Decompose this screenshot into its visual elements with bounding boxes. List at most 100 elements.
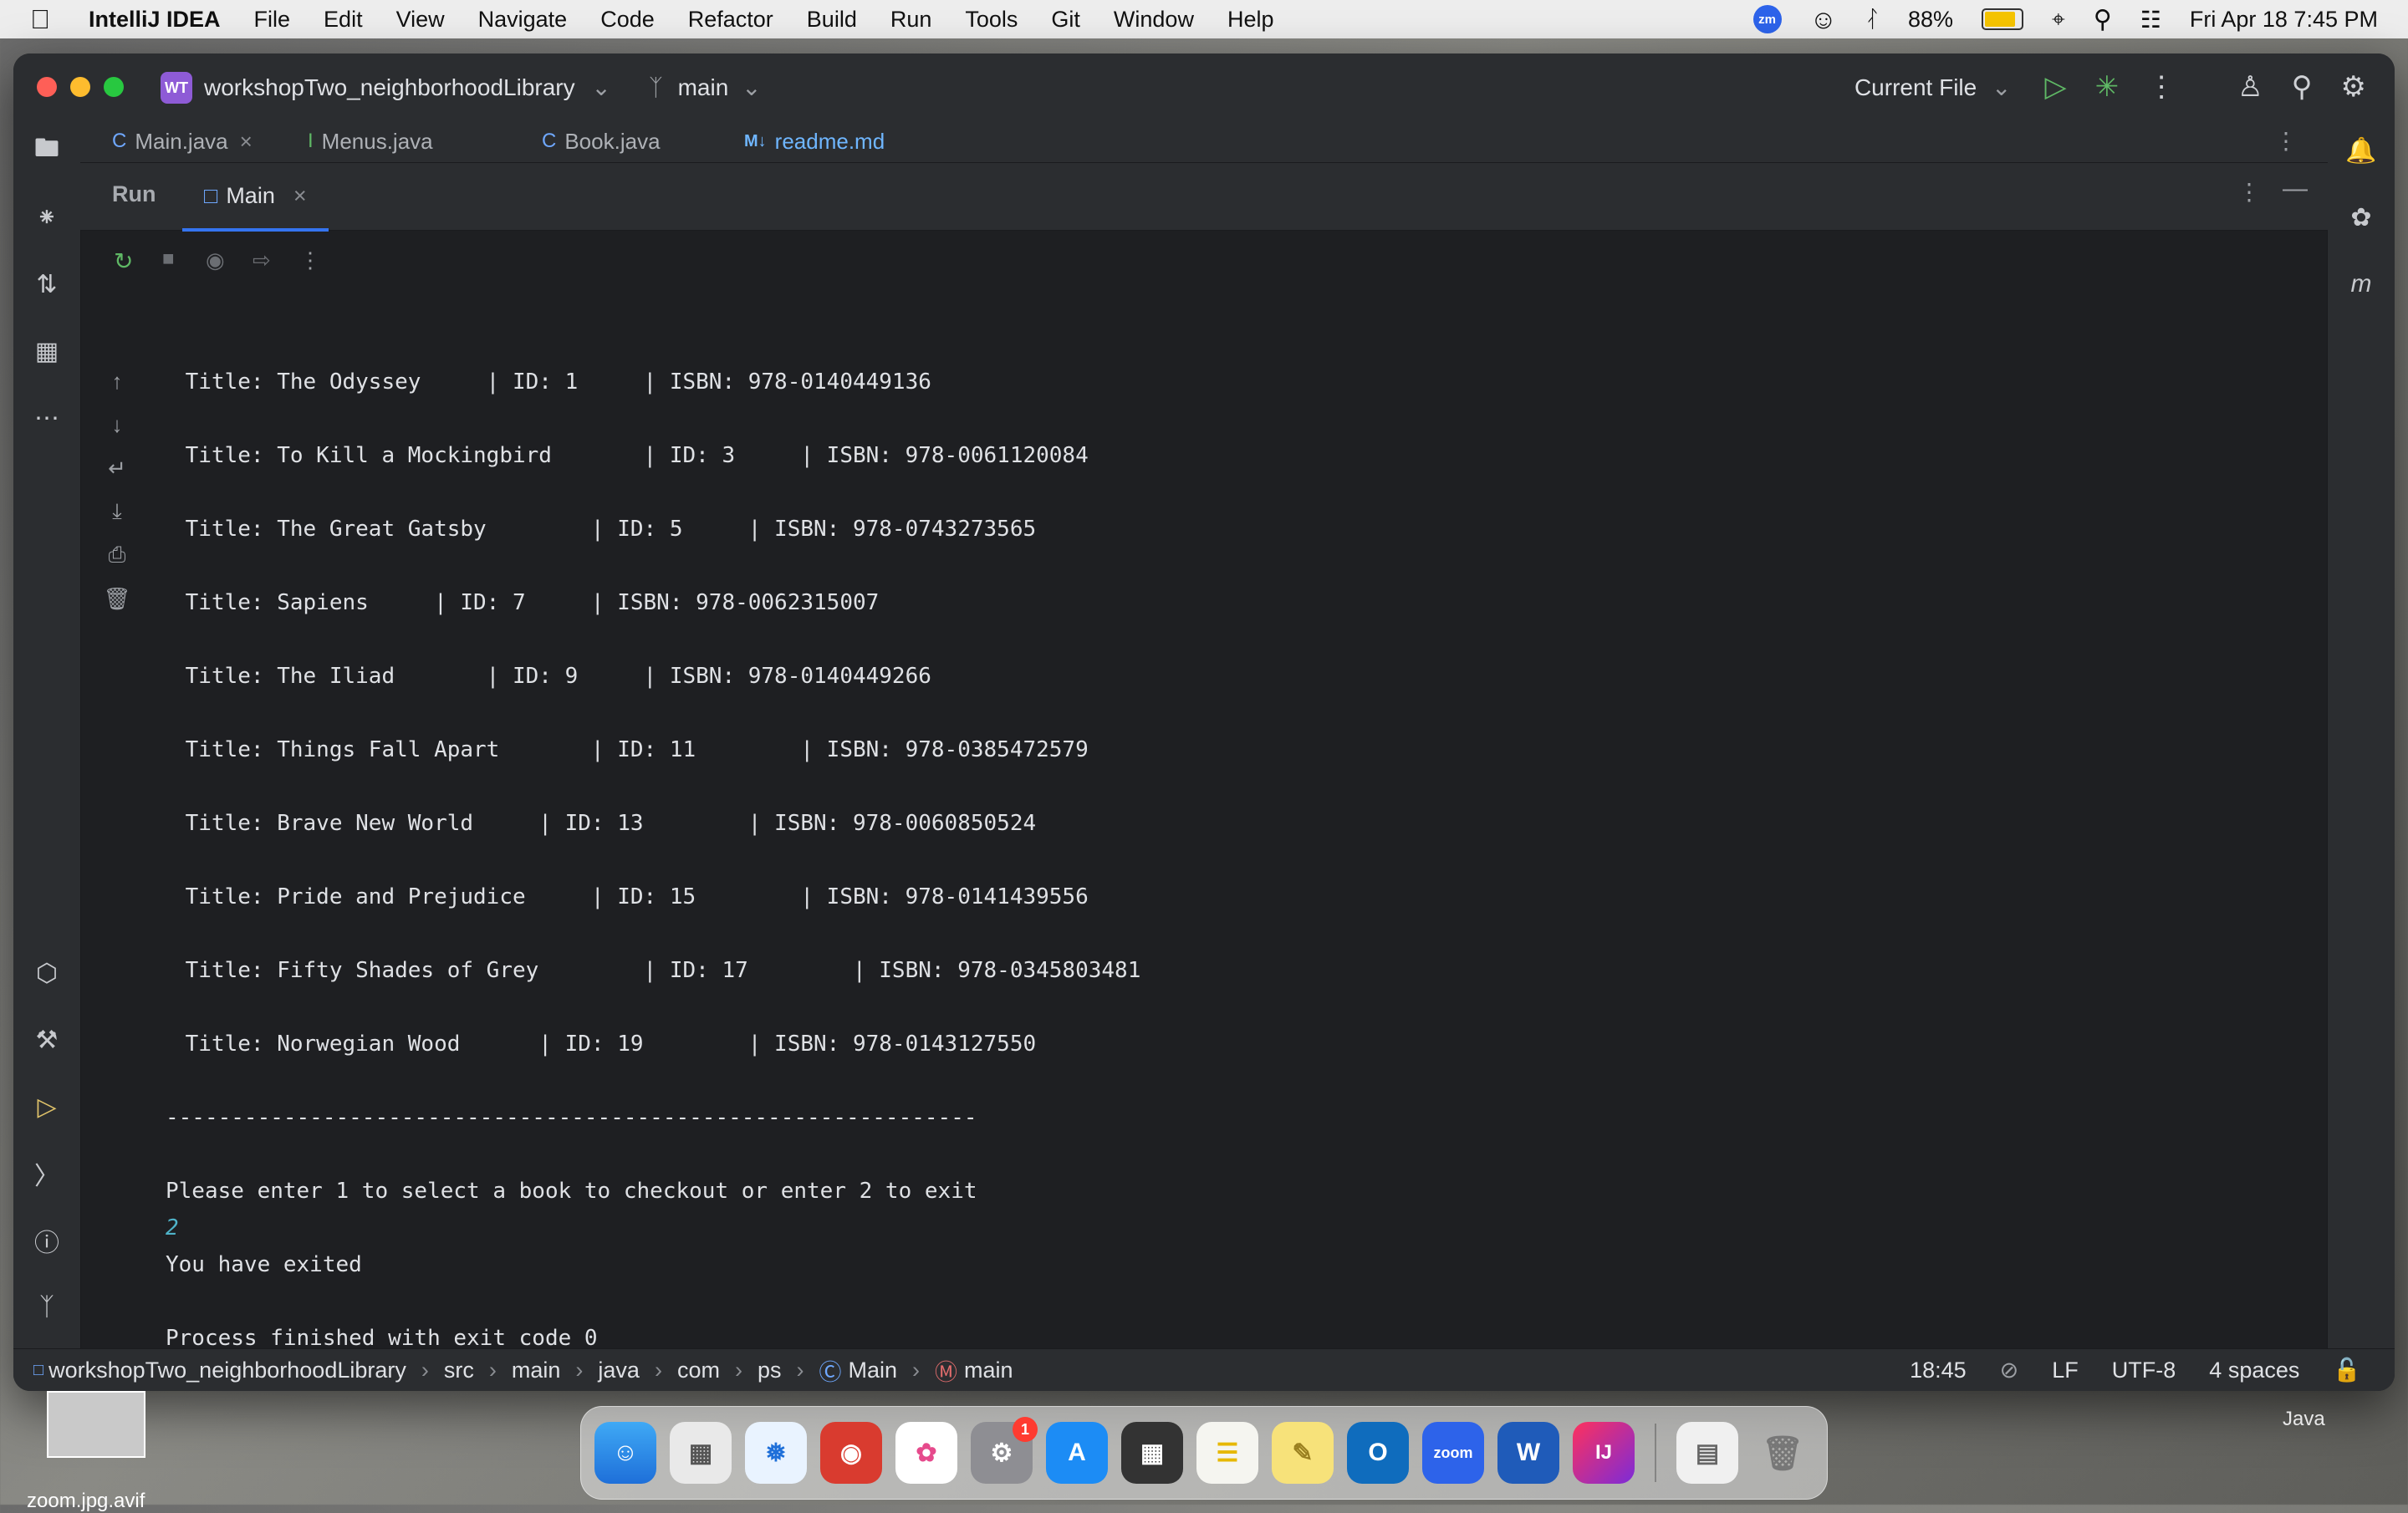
tab-book-java[interactable]: C Book.java — [542, 125, 661, 157]
system-settings-icon[interactable]: ⚙ 1 — [971, 1417, 1038, 1484]
menu-help[interactable]: Help — [1227, 7, 1274, 33]
finder-icon[interactable]: ☺ — [594, 1422, 656, 1484]
tab-main-java[interactable]: C Main.java × — [112, 125, 253, 157]
breadcrumb-project[interactable]: workshopTwo_neighborhoodLibrary — [48, 1358, 406, 1383]
indent-setting[interactable]: 4 spaces — [2209, 1358, 2299, 1383]
notes-icon[interactable]: ☰ — [1196, 1422, 1258, 1484]
desktop-file-label[interactable]: zoom.jpg.avif — [27, 1490, 145, 1513]
console-prompt: Please enter 1 to select a book to check… — [166, 1179, 977, 1204]
debug-bug-icon[interactable]: ✳ — [2095, 70, 2120, 104]
close-tab-icon[interactable]: × — [240, 129, 253, 155]
structure-icon[interactable]: ▦ — [28, 333, 65, 369]
spotlight-search-icon[interactable]: ⚲ — [2094, 5, 2112, 34]
menu-file[interactable]: File — [254, 7, 291, 33]
word-icon[interactable]: W — [1497, 1422, 1559, 1484]
desktop-file-thumbnail[interactable] — [47, 1391, 145, 1458]
more-actions-icon[interactable]: ⋮ — [2147, 70, 2176, 104]
breadcrumb-ps[interactable]: ps — [758, 1358, 782, 1383]
minimize-window-button[interactable] — [70, 77, 90, 97]
tab-menus-java[interactable]: I Menus.java — [308, 125, 433, 157]
terminal-icon[interactable]: 〉 — [28, 1155, 65, 1192]
settings-gear-icon[interactable]: ⚙ — [2341, 70, 2366, 104]
wifi-icon[interactable]: ⌖ — [2052, 6, 2065, 33]
problems-icon[interactable]: ⓘ — [28, 1222, 65, 1259]
breadcrumb-main-method[interactable]: main — [964, 1358, 1013, 1383]
caret-position[interactable]: 18:45 — [1910, 1358, 1967, 1383]
photo-booth-icon[interactable]: ◉ — [820, 1422, 882, 1484]
breadcrumb: □ workshopTwo_neighborhoodLibrary › src … — [33, 1354, 1013, 1387]
photos-icon[interactable]: ✿ — [895, 1422, 957, 1484]
pull-requests-icon[interactable]: ⇅ — [28, 266, 65, 303]
calculator-icon[interactable]: ▦ — [1121, 1422, 1183, 1484]
menu-window[interactable]: Window — [1114, 7, 1194, 33]
git-icon[interactable]: ᛉ — [28, 1289, 65, 1326]
menu-run[interactable]: Run — [890, 7, 932, 33]
run-tab-main[interactable]: □ Main × — [182, 163, 329, 232]
title-bar: WT workshopTwo_neighborhoodLibrary ⌄ ᛉ m… — [13, 53, 2395, 120]
menu-code[interactable]: Code — [600, 7, 655, 33]
add-user-icon[interactable]: ♙ — [2237, 70, 2263, 104]
zoom-window-button[interactable] — [104, 77, 124, 97]
run-options-icon[interactable]: ⋮ — [2237, 178, 2261, 206]
build-hammer-icon[interactable]: ⚒ — [28, 1021, 65, 1058]
menu-view[interactable]: View — [396, 7, 445, 33]
project-selector[interactable]: workshopTwo_neighborhoodLibrary ⌄ — [204, 74, 611, 101]
breadcrumb-main-class[interactable]: Main — [848, 1358, 897, 1383]
console-output[interactable]: Title: The Odyssey | ID: 1 | ISBN: 978-0… — [89, 231, 2319, 1351]
zoom-status-icon[interactable]: zm — [1752, 5, 1782, 33]
menu-build[interactable]: Build — [807, 7, 857, 33]
notifications-bell-icon[interactable]: 🔔 — [2343, 132, 2380, 169]
services-icon[interactable]: ⬡ — [28, 955, 65, 991]
java-class-icon: C — [542, 130, 557, 152]
file-encoding[interactable]: UTF-8 — [2112, 1358, 2176, 1383]
app-store-icon[interactable]: A — [1046, 1422, 1108, 1484]
close-tab-icon[interactable]: × — [293, 183, 307, 209]
trash-icon[interactable]: 🗑 — [1752, 1422, 1814, 1484]
battery-icon[interactable] — [1982, 8, 2024, 30]
more-tools-icon[interactable]: ⋯ — [28, 400, 65, 436]
markdown-icon: M↓ — [744, 131, 767, 150]
menu-navigate[interactable]: Navigate — [478, 7, 568, 33]
project-badge[interactable]: WT — [161, 72, 192, 104]
user-account-icon[interactable]: ☺ — [1810, 4, 1838, 35]
dock-divider — [1655, 1424, 1656, 1482]
tab-options-icon[interactable]: ⋮ — [2274, 127, 2298, 155]
run-configuration-selector[interactable]: Current File ⌄ — [1854, 74, 2012, 101]
app-menu[interactable]: IntelliJ IDEA — [89, 7, 221, 33]
search-icon[interactable]: ⚲ — [2292, 70, 2313, 104]
stickies-icon[interactable]: ✎ — [1272, 1422, 1334, 1484]
intellij-icon[interactable]: IJ — [1573, 1422, 1635, 1484]
breadcrumb-java[interactable]: java — [598, 1358, 640, 1383]
breadcrumb-com[interactable]: com — [677, 1358, 720, 1383]
launchpad-icon[interactable]: ▦ — [670, 1422, 732, 1484]
apple-icon[interactable]:  — [30, 4, 60, 35]
menubar-clock[interactable]: Fri Apr 18 7:45 PM — [2190, 7, 2378, 33]
lock-icon[interactable]: 🔓 — [2333, 1357, 2361, 1383]
outlook-icon[interactable]: O — [1347, 1422, 1409, 1484]
line-separator[interactable]: LF — [2052, 1358, 2079, 1383]
branch-selector[interactable]: ᛉ main ⌄ — [649, 74, 762, 101]
control-center-icon[interactable]: ☷ — [2140, 6, 2161, 33]
commit-icon[interactable]: ⁕ — [28, 199, 65, 236]
menu-git[interactable]: Git — [1051, 7, 1080, 33]
breadcrumb-src[interactable]: src — [444, 1358, 474, 1383]
desktop-widget-label: Java — [2283, 1408, 2325, 1430]
run-icon[interactable]: ▷ — [2044, 70, 2066, 104]
tab-readme-md[interactable]: M↓ readme.md — [744, 125, 885, 157]
ai-assistant-icon[interactable]: ✿ — [2343, 199, 2380, 236]
menu-refactor[interactable]: Refactor — [688, 7, 773, 33]
safari-icon[interactable]: ❅ — [745, 1422, 807, 1484]
menu-edit[interactable]: Edit — [324, 7, 363, 33]
maven-icon[interactable]: m — [2343, 266, 2380, 303]
project-folder-icon[interactable]: 🖿 — [28, 132, 65, 169]
recent-document-icon[interactable]: ▤ — [1676, 1422, 1738, 1484]
close-window-button[interactable] — [37, 77, 57, 97]
bluetooth-icon[interactable]: ᛮ — [1865, 6, 1880, 33]
hide-highlighting-icon[interactable]: ⊘ — [2000, 1358, 2019, 1383]
breadcrumb-main-dir[interactable]: main — [512, 1358, 561, 1383]
menu-tools[interactable]: Tools — [965, 7, 1018, 33]
run-tool-icon[interactable]: ▷ — [28, 1088, 65, 1125]
zoom-app-icon[interactable]: zoom — [1422, 1422, 1484, 1484]
branch-name: main — [677, 74, 729, 100]
minimize-panel-icon[interactable]: — — [2283, 175, 2308, 203]
